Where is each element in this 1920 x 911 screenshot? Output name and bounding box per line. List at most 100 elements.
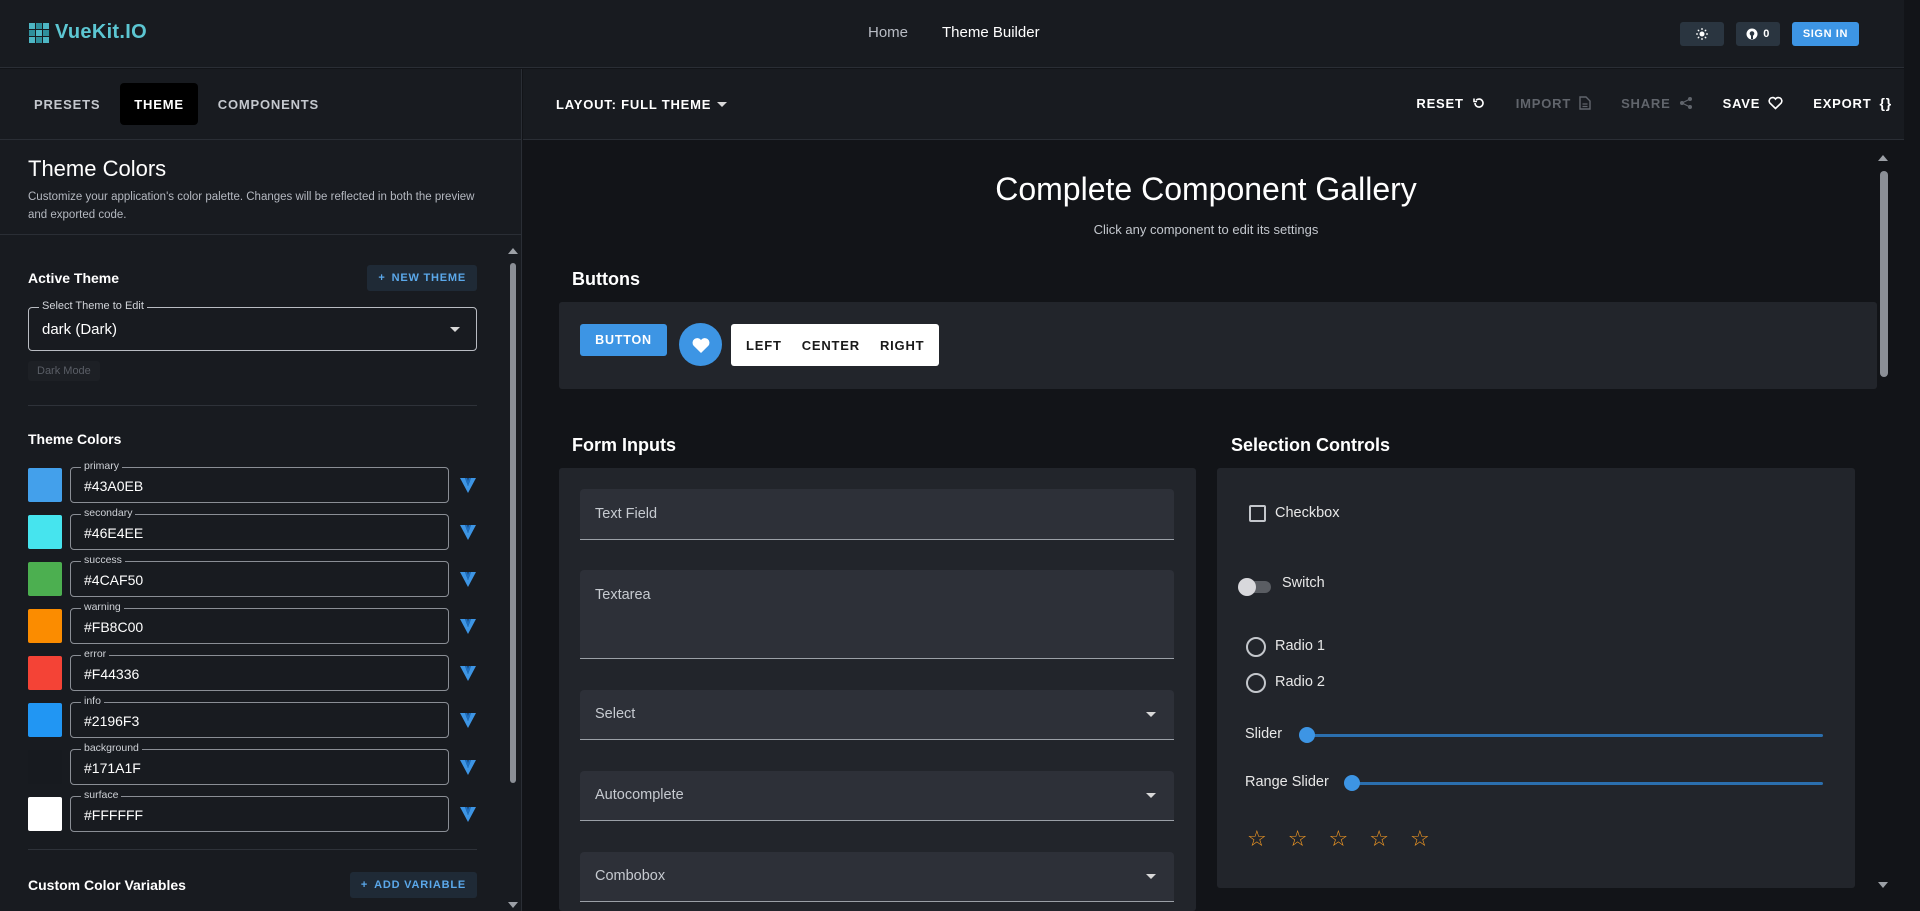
- preview-scrollbar[interactable]: [1876, 155, 1890, 895]
- vuetify-icon[interactable]: [459, 570, 477, 588]
- star-outline-icon[interactable]: ☆: [1328, 828, 1348, 850]
- save-button[interactable]: SAVE: [1723, 95, 1784, 111]
- active-theme-title: Active Theme: [28, 270, 120, 286]
- range-slider-thumb[interactable]: [1344, 775, 1360, 791]
- color-input-surface[interactable]: surface #FFFFFF: [70, 788, 449, 832]
- vuetify-icon[interactable]: [459, 476, 477, 494]
- code-braces-icon: {}: [1879, 95, 1892, 111]
- color-input-error[interactable]: error #F44336: [70, 647, 449, 691]
- color-input-primary[interactable]: primary #43A0EB: [70, 459, 449, 503]
- scroll-down-icon[interactable]: [508, 902, 518, 908]
- textarea-label: Textarea: [595, 587, 651, 603]
- color-input-legend: background: [81, 741, 142, 754]
- select-field[interactable]: Select: [580, 690, 1174, 740]
- star-outline-icon[interactable]: ☆: [1410, 828, 1430, 850]
- color-swatch[interactable]: [28, 749, 62, 784]
- slider-track[interactable]: [1307, 734, 1823, 737]
- checkbox[interactable]: [1249, 505, 1266, 522]
- left-scrollbar[interactable]: [507, 248, 519, 911]
- color-swatch[interactable]: [28, 702, 62, 737]
- layout-label: LAYOUT: FULL THEME: [556, 97, 712, 112]
- text-field[interactable]: Text Field: [580, 489, 1174, 540]
- color-swatch[interactable]: [28, 655, 62, 690]
- slider-thumb[interactable]: [1299, 727, 1315, 743]
- color-input-legend: info: [81, 694, 104, 707]
- layout-menu-button[interactable]: LAYOUT: FULL THEME: [556, 97, 728, 112]
- color-swatch[interactable]: [28, 608, 62, 643]
- form-inputs-title: Form Inputs: [572, 435, 676, 455]
- color-input-success[interactable]: success #4CAF50: [70, 553, 449, 597]
- editor-toolbar: LAYOUT: FULL THEME RESET IMPORT SHARE SA…: [523, 69, 1904, 140]
- scroll-up-icon[interactable]: [1878, 155, 1888, 161]
- vuetify-icon[interactable]: [459, 758, 477, 776]
- nav-home-link[interactable]: Home: [868, 24, 908, 41]
- import-button[interactable]: IMPORT: [1516, 95, 1591, 111]
- vuetify-icon[interactable]: [459, 711, 477, 729]
- heart-fab-button[interactable]: [679, 323, 722, 366]
- color-input-warning[interactable]: warning #FB8C00: [70, 600, 449, 644]
- button-group: LEFT CENTER RIGHT: [731, 324, 940, 366]
- export-button[interactable]: EXPORT {}: [1813, 95, 1892, 111]
- demo-button[interactable]: BUTTON: [580, 324, 667, 356]
- theme-toggle-button[interactable]: [1679, 22, 1724, 46]
- left-scrollbar-thumb[interactable]: [510, 263, 516, 783]
- color-swatch[interactable]: [28, 467, 62, 502]
- logo[interactable]: VueKit.IO: [29, 21, 147, 44]
- reset-button[interactable]: RESET: [1416, 95, 1485, 111]
- autocomplete-field[interactable]: Autocomplete: [580, 771, 1174, 821]
- switch-thumb[interactable]: [1238, 578, 1256, 596]
- tab-presets[interactable]: PRESETS: [20, 83, 114, 125]
- star-outline-icon[interactable]: ☆: [1247, 828, 1267, 850]
- tab-components[interactable]: COMPONENTS: [204, 83, 333, 125]
- selection-controls-title: Selection Controls: [1231, 435, 1391, 455]
- color-swatch[interactable]: [28, 561, 62, 596]
- color-swatch[interactable]: [28, 514, 62, 549]
- btn-group-center[interactable]: CENTER: [792, 338, 870, 353]
- radio-2[interactable]: [1246, 673, 1266, 693]
- btn-group-right[interactable]: RIGHT: [870, 338, 934, 353]
- scroll-up-icon[interactable]: [508, 248, 518, 254]
- github-button[interactable]: 0: [1735, 22, 1780, 46]
- color-input-legend: secondary: [81, 506, 136, 519]
- star-outline-icon[interactable]: ☆: [1288, 828, 1308, 850]
- star-outline-icon[interactable]: ☆: [1369, 828, 1389, 850]
- tab-theme[interactable]: THEME: [120, 83, 198, 125]
- range-slider-track[interactable]: [1351, 782, 1823, 785]
- theme-colors-title: Theme Colors: [28, 431, 122, 447]
- nav-theme-builder-link[interactable]: Theme Builder: [942, 24, 1040, 41]
- select-label: Select: [595, 706, 636, 722]
- new-theme-button[interactable]: + NEW THEME: [367, 265, 477, 291]
- divider: [28, 405, 477, 406]
- vuetify-icon[interactable]: [459, 805, 477, 823]
- vuetify-icon[interactable]: [459, 523, 477, 541]
- textarea-field[interactable]: Textarea: [580, 570, 1174, 659]
- switch-label: Switch: [1282, 575, 1325, 591]
- radio-1[interactable]: [1246, 637, 1266, 657]
- color-input-value: #F44336: [84, 665, 140, 682]
- combobox-field[interactable]: Combobox: [580, 852, 1174, 902]
- radio-1-label: Radio 1: [1275, 638, 1325, 654]
- color-input-value: #43A0EB: [84, 477, 144, 494]
- panel-heading: Theme Colors: [28, 156, 167, 181]
- preview-scrollbar-thumb[interactable]: [1880, 171, 1888, 377]
- color-input-value: #171A1F: [84, 759, 141, 776]
- color-input-background[interactable]: background #171A1F: [70, 741, 449, 785]
- add-variable-label: ADD VARIABLE: [374, 879, 466, 891]
- plus-icon: +: [378, 272, 386, 284]
- gallery-subtitle: Click any component to edit its settings: [1093, 222, 1319, 237]
- sign-in-button[interactable]: SIGN IN: [1791, 22, 1859, 46]
- share-button[interactable]: SHARE: [1621, 95, 1693, 111]
- add-variable-button[interactable]: + ADD VARIABLE: [349, 872, 477, 898]
- chevron-down-icon: [1146, 712, 1156, 717]
- vuetify-icon[interactable]: [459, 664, 477, 682]
- gallery-title: Complete Component Gallery: [995, 171, 1417, 207]
- btn-group-left[interactable]: LEFT: [736, 338, 792, 353]
- github-icon: [1746, 28, 1758, 40]
- vuetify-icon[interactable]: [459, 617, 477, 635]
- color-input-secondary[interactable]: secondary #46E4EE: [70, 506, 449, 550]
- theme-select[interactable]: Select Theme to Edit dark (Dark): [28, 300, 477, 351]
- scroll-down-icon[interactable]: [1878, 882, 1888, 888]
- color-swatch[interactable]: [28, 796, 62, 831]
- left-panel: PRESETS THEME COMPONENTS Theme Colors Cu…: [0, 69, 522, 911]
- color-input-info[interactable]: info #2196F3: [70, 694, 449, 738]
